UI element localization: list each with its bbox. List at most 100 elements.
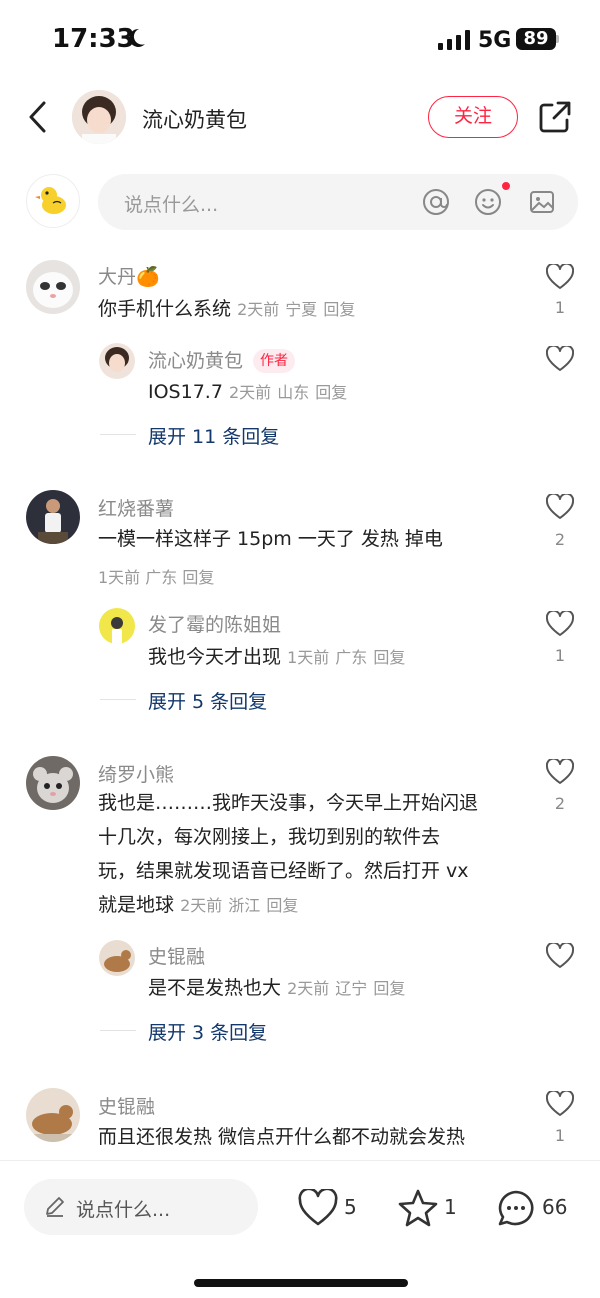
reply-content: IOS17.7 — [148, 381, 223, 403]
back-arrow-icon[interactable] — [26, 100, 50, 134]
reply-button[interactable]: 回复 — [373, 979, 405, 998]
like-icon[interactable] — [546, 759, 574, 785]
heart-icon[interactable] — [298, 1189, 338, 1227]
like-count: 1 — [554, 1126, 566, 1145]
comment-time: 1天前 — [98, 568, 141, 587]
reply-text: IOS17.7 2天前 山东 回复 — [148, 375, 347, 410]
likes-count: 5 — [344, 1195, 357, 1219]
follow-button[interactable]: 关注 — [428, 96, 518, 138]
like-icon[interactable] — [546, 943, 574, 969]
commenter-avatar[interactable] — [26, 490, 80, 544]
commenter-avatar[interactable] — [26, 756, 80, 810]
star-icon[interactable] — [398, 1189, 438, 1227]
home-indicator[interactable] — [194, 1279, 408, 1287]
like-count: 1 — [554, 646, 566, 665]
reply-content: 是不是发热也大 — [148, 977, 282, 999]
comment-content: 而且还很发热 微信点开什么都不动就会发热 — [98, 1126, 466, 1148]
reply-time: 2天前 — [287, 979, 330, 998]
commenter-name[interactable]: 史锟融 — [98, 1092, 155, 1119]
emoji-notification-dot — [502, 182, 510, 190]
author-avatar[interactable] — [72, 90, 126, 144]
comment-content: 一模一样这样子 15pm 一天了 发热 掉电 — [98, 528, 443, 550]
reply-text: 是不是发热也大 2天前 辽宁 回复 — [148, 971, 405, 1006]
reply-avatar[interactable] — [99, 343, 135, 379]
reply-user[interactable]: 发了霉的陈姐姐 — [148, 610, 281, 637]
network-type: 5G — [478, 28, 512, 53]
reply-content: 我也今天才出现 — [148, 646, 282, 668]
comment-text: 我也是………我昨天没事，今天早上开始闪退 十几次，每次刚接上，我切到别的软件去 … — [98, 786, 478, 923]
expand-replies-link[interactable]: 展开 11 条回复 — [148, 422, 279, 449]
reply-location: 辽宁 — [335, 979, 368, 998]
author-name[interactable]: 流心奶黄包 — [142, 104, 247, 134]
emoji-icon[interactable] — [474, 188, 502, 216]
comment-line: 我也是………我昨天没事，今天早上开始闪退 — [98, 792, 479, 814]
my-avatar[interactable] — [26, 174, 80, 228]
commenter-avatar[interactable] — [26, 260, 80, 314]
reply-user: 流心奶黄包 — [148, 350, 244, 372]
bottom-comment-input[interactable]: 说点什么... — [24, 1179, 258, 1235]
share-icon[interactable] — [538, 100, 572, 134]
commenter-name[interactable]: 大丹🍊 — [98, 262, 160, 289]
status-bar: 17:33 5G 89 — [0, 0, 600, 80]
comment-time: 2天前 — [237, 300, 280, 319]
comment-location: 浙江 — [228, 896, 261, 915]
reply-location: 广东 — [335, 648, 368, 667]
image-icon[interactable] — [528, 188, 556, 216]
expand-divider — [100, 1030, 136, 1031]
header: 流心奶黄包 关注 — [0, 84, 600, 150]
reply-button[interactable]: 回复 — [182, 568, 214, 587]
expand-divider — [100, 434, 136, 435]
expand-replies-link[interactable]: 展开 5 条回复 — [148, 687, 267, 714]
author-tag: 作者 — [253, 349, 296, 373]
signal-icon — [438, 30, 470, 50]
like-count: 1 — [554, 298, 566, 317]
at-mention-icon[interactable] — [422, 188, 450, 216]
battery-tip — [556, 35, 559, 43]
comment-last-line: 就是地球 2天前 浙江 回复 — [98, 888, 478, 923]
commenter-avatar[interactable] — [26, 1088, 80, 1142]
like-icon[interactable] — [546, 494, 574, 520]
bottom-bar: 说点什么... 5 1 66 — [0, 1160, 600, 1298]
reply-button[interactable]: 回复 — [373, 648, 405, 667]
like-icon[interactable] — [546, 611, 574, 637]
comment-line: 十几次，每次刚接上，我切到别的软件去 — [98, 826, 441, 848]
reply-time: 2天前 — [228, 383, 272, 402]
expand-replies-link[interactable]: 展开 3 条回复 — [148, 1018, 267, 1045]
comments-count: 66 — [542, 1195, 568, 1219]
comment-line: 就是地球 — [98, 894, 175, 916]
battery-icon: 89 — [516, 28, 556, 50]
moon-icon — [129, 28, 145, 47]
reply-user-name[interactable]: 流心奶黄包 作者 — [148, 346, 296, 373]
reply-user[interactable]: 史锟融 — [148, 942, 205, 969]
comment-text: 你手机什么系统 2天前 宁夏 回复 — [98, 292, 355, 327]
like-icon[interactable] — [546, 1091, 574, 1117]
reply-button[interactable]: 回复 — [315, 383, 347, 402]
comment-meta: 1天前 广东 回复 — [98, 564, 214, 588]
like-icon[interactable] — [546, 264, 574, 290]
comment-location: 宁夏 — [285, 300, 318, 319]
like-count: 2 — [554, 530, 566, 549]
commenter-name[interactable]: 红烧番薯 — [98, 494, 174, 521]
reply-button[interactable]: 回复 — [266, 896, 298, 915]
comment-input[interactable]: 说点什么... — [98, 174, 578, 230]
expand-divider — [100, 699, 136, 700]
commenter-name[interactable]: 绮罗小熊 — [98, 760, 174, 787]
favorites-count: 1 — [444, 1195, 457, 1219]
comment-bubble-icon[interactable] — [496, 1189, 536, 1227]
like-icon[interactable] — [546, 346, 574, 372]
comment-content: 你手机什么系统 — [98, 298, 232, 320]
comment-time: 2天前 — [180, 896, 223, 915]
comment-line: 玩，结果就发现语音已经断了。然后打开 vx — [98, 860, 469, 882]
pen-icon — [46, 1197, 64, 1217]
reply-avatar[interactable] — [99, 940, 135, 976]
reply-location: 山东 — [277, 383, 310, 402]
reply-avatar[interactable] — [99, 608, 135, 644]
like-count: 2 — [554, 794, 566, 813]
reply-button[interactable]: 回复 — [323, 300, 355, 319]
comment-bar: 说点什么... — [0, 172, 600, 232]
status-time: 17:33 — [52, 24, 135, 54]
bottom-input-placeholder: 说点什么... — [76, 1199, 171, 1221]
reply-text: 我也今天才出现 1天前 广东 回复 — [148, 640, 405, 675]
comment-location: 广东 — [145, 568, 178, 587]
reply-time: 1天前 — [287, 648, 330, 667]
